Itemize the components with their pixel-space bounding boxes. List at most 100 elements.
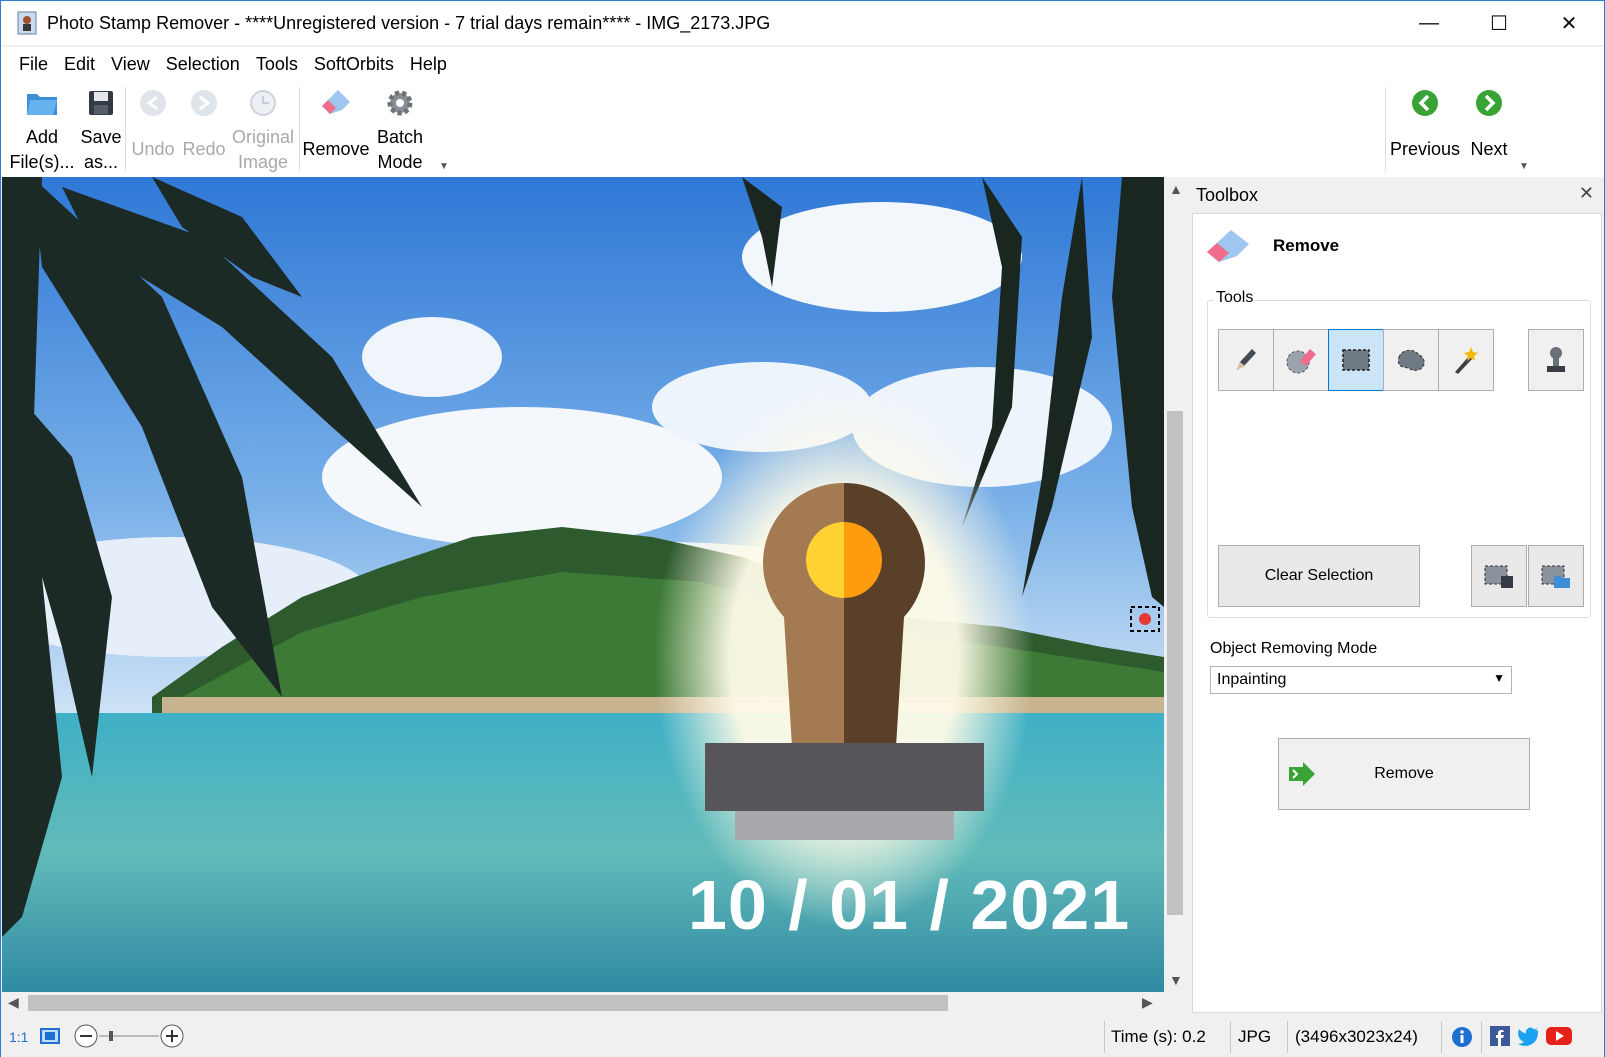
image-canvas[interactable]: 10 / 01 / 2021 [2,177,1164,992]
save-as-button[interactable]: Save as... [73,81,129,177]
add-files-label-1: Add [25,127,59,147]
menu-file[interactable]: File [11,54,56,75]
facebook-icon[interactable] [1490,1026,1510,1046]
vertical-scrollbar[interactable]: ▲ ▼ [1164,177,1186,992]
add-files-button[interactable]: Add File(s)... [9,81,75,177]
remove-button-label: Remove [1374,765,1434,782]
lasso-icon [1397,349,1425,371]
toolbar: Add File(s)... Save as... Undo Redo Orig… [1,81,1604,177]
eraser-tool-icon [1286,349,1316,374]
toolbox-panel: Toolbox ✕ Remove Tools Clear Selection O… [1190,177,1604,1015]
menu-bar: File Edit View Selection Tools SoftOrbit… [1,47,1604,81]
green-arrow-icon [1289,762,1315,786]
next-arrow-icon [1471,85,1507,121]
toolbox-content: Remove Tools Clear Selection Object Remo… [1192,213,1602,1013]
tools-group: Tools Clear Selection [1207,289,1591,618]
rectangle-select-tool-button[interactable] [1328,329,1384,391]
vertical-scroll-thumb[interactable] [1167,411,1183,915]
undo-icon [135,85,171,121]
clock-icon [245,85,281,121]
scroll-up-icon[interactable]: ▲ [1169,181,1183,197]
redo-icon [186,85,222,121]
horizontal-scroll-thumb[interactable] [28,995,948,1011]
undo-button[interactable]: Undo [127,81,179,177]
redo-button[interactable]: Redo [179,81,229,177]
menu-view[interactable]: View [103,54,158,75]
next-label: Next [1470,139,1508,159]
minimize-button[interactable]: — [1394,1,1464,45]
maximize-icon: ☐ [1490,12,1508,35]
menu-edit[interactable]: Edit [56,54,103,75]
remove-section-title: Remove [1273,236,1340,255]
object-removing-mode-label: Object Removing Mode [1210,640,1378,657]
load-selection-icon [1541,565,1570,588]
scroll-right-icon[interactable]: ▶ [1142,994,1153,1011]
toolbox-title: Toolbox [1196,184,1259,205]
close-icon: ✕ [1560,12,1578,35]
original-image-button[interactable]: Original Image [229,81,297,177]
clear-selection-button[interactable]: Clear Selection [1218,545,1420,607]
menu-selection[interactable]: Selection [158,54,248,75]
previous-button[interactable]: Previous [1389,81,1461,177]
object-removing-mode-value: Inpainting [1217,671,1287,688]
save-selection-button[interactable] [1471,545,1527,607]
window-title: Photo Stamp Remover - ****Unregistered v… [47,12,771,33]
load-selection-button[interactable] [1528,545,1584,607]
open-folder-icon [24,85,60,121]
processing-time: Time (s): 0.2 [1111,1027,1206,1046]
clear-selection-label: Clear Selection [1264,567,1374,584]
next-button[interactable]: Next [1461,81,1517,177]
remove-button[interactable]: Remove [1278,738,1530,810]
horizontal-scrollbar[interactable]: ◀ ▶ [2,992,1164,1014]
menu-softorbits[interactable]: SoftOrbits [306,54,402,75]
batch-mode-button[interactable]: Batch Mode [371,81,429,177]
remove-toolbar-button[interactable]: Remove [301,81,371,177]
batch-mode-label-2: Mode [377,152,423,172]
previous-arrow-icon [1407,85,1443,121]
magic-wand-tool-button[interactable] [1438,329,1494,391]
rectangle-select-icon [1342,349,1370,371]
save-selection-icon [1484,565,1513,588]
app-window: Photo Stamp Remover - ****Unregistered v… [0,0,1605,1057]
zoom-ratio-button[interactable]: 1:1 [9,1029,28,1045]
zoom-slider[interactable] [73,1023,185,1049]
toolbox-close-icon[interactable]: ✕ [1579,183,1594,204]
image-format: JPG [1238,1027,1272,1046]
tools-label: Tools [1214,289,1256,307]
minimize-icon: — [1419,11,1439,34]
original-image-label-1: Original [231,127,295,147]
lasso-tool-button[interactable] [1383,329,1439,391]
toolbar-overflow-icon[interactable]: ▼ [439,161,449,172]
close-button[interactable]: ✕ [1534,1,1604,45]
undo-label: Undo [131,139,175,159]
pencil-tool-button[interactable] [1218,329,1274,391]
previous-label: Previous [1389,139,1461,159]
save-as-label-1: Save [80,127,122,147]
eraser-tool-button[interactable] [1273,329,1329,391]
fit-to-window-icon[interactable] [39,1027,61,1045]
maximize-button[interactable]: ☐ [1464,1,1534,45]
original-image-label-2: Image [237,152,289,172]
batch-mode-label-1: Batch [376,127,424,147]
twitter-icon[interactable] [1517,1026,1539,1046]
scroll-down-icon[interactable]: ▼ [1169,972,1183,988]
floppy-disk-icon [83,85,119,121]
info-icon[interactable] [1451,1026,1473,1048]
title-bar: Photo Stamp Remover - ****Unregistered v… [1,1,1604,45]
eraser-large-icon [1207,230,1249,262]
menu-tools[interactable]: Tools [248,54,306,75]
toolbox-header: Toolbox [1190,177,1604,213]
scroll-left-icon[interactable]: ◀ [8,994,19,1011]
stamp-icon [1547,347,1565,372]
youtube-icon[interactable] [1546,1027,1572,1045]
toolbar-overflow-icon-right[interactable]: ▼ [1519,161,1529,172]
menu-help[interactable]: Help [402,54,455,75]
status-bar: 1:1 Time (s): 0.2 JPG (3496x3023x24) [1,1017,1604,1057]
add-files-label-2: File(s)... [9,152,75,172]
app-icon [17,11,37,35]
remove-toolbar-label: Remove [302,139,370,159]
eraser-icon [318,85,354,121]
stamp-tool-button[interactable] [1528,329,1584,391]
object-removing-mode-select[interactable]: Inpainting ▼ [1210,666,1512,694]
save-as-label-2: as... [83,152,118,172]
